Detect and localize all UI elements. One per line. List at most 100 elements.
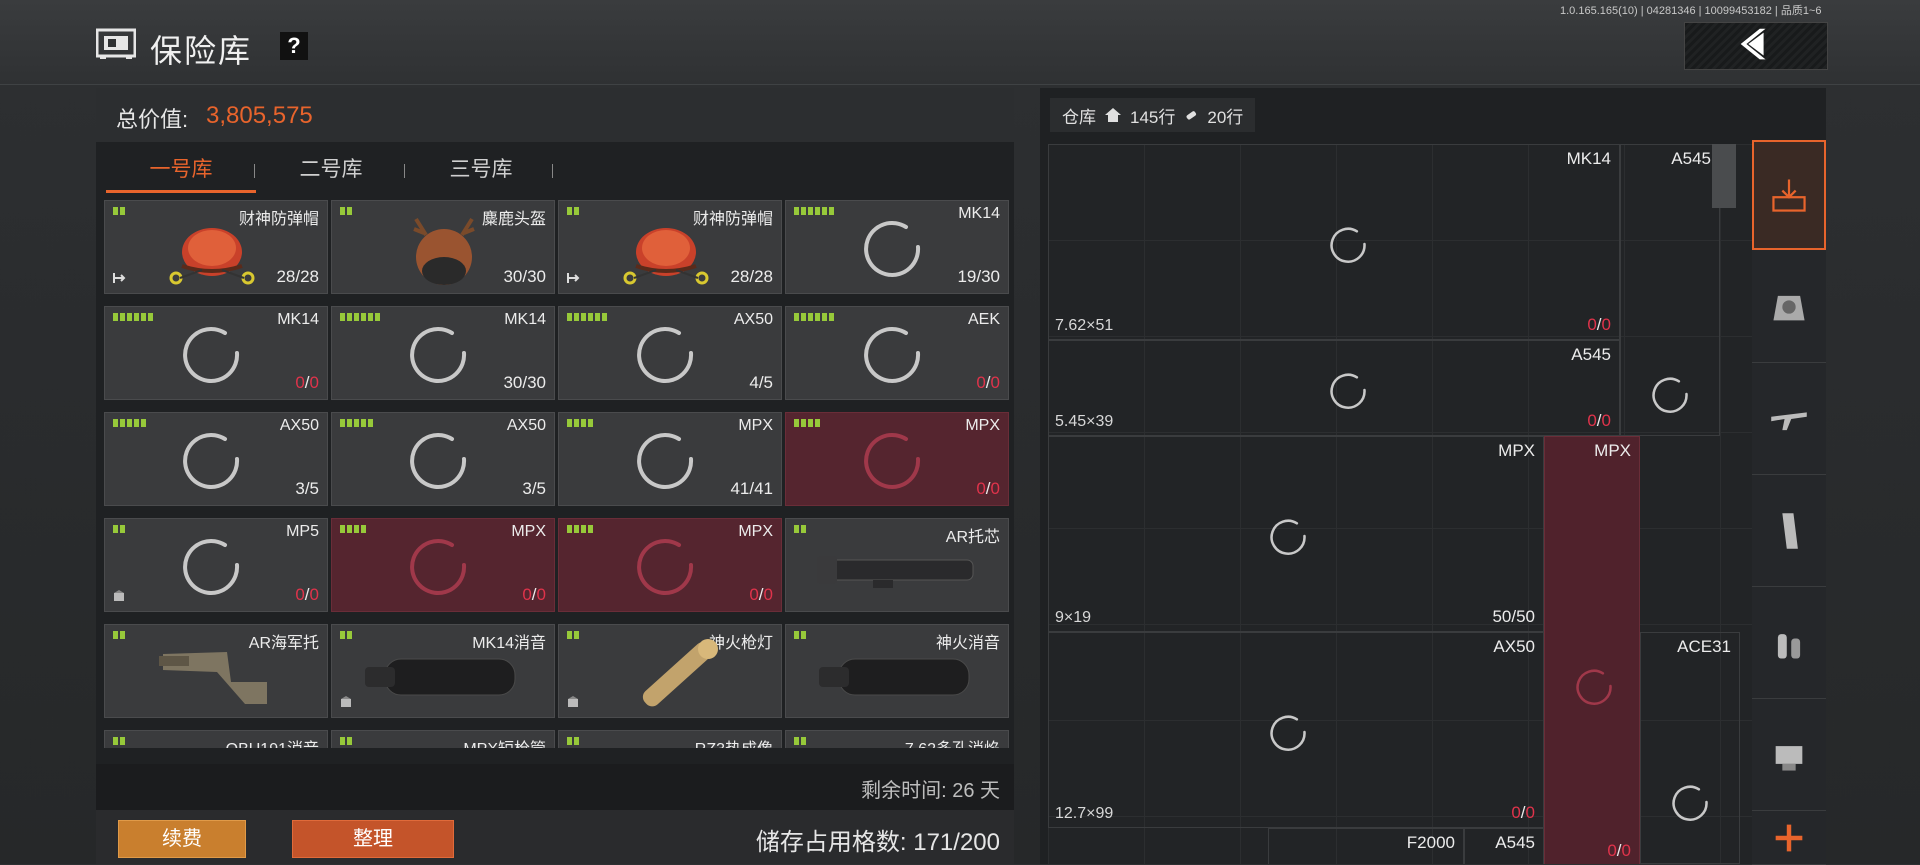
grade-pip: [340, 419, 345, 427]
grade-pip: [368, 313, 373, 321]
grade-pip: [347, 525, 352, 533]
helmet-icon: [169, 228, 255, 285]
grade-indicator: [567, 419, 593, 427]
grade-pip: [361, 525, 366, 533]
grade-pip: [340, 525, 345, 533]
grade-pip: [581, 419, 586, 427]
warehouse-cell[interactable]: MK14 0/0 7.62×51: [1048, 144, 1620, 340]
item-count: 3/5: [295, 479, 319, 498]
vault-item-card[interactable]: MK14 30/30: [331, 306, 555, 400]
loading-spinner-icon: [1330, 373, 1366, 409]
tab-vault-1[interactable]: 一号库: [106, 150, 256, 193]
vault-item-card[interactable]: MK14 19/30: [785, 200, 1009, 294]
grade-indicator: [340, 525, 366, 533]
item-name: A545: [1571, 345, 1611, 364]
magazine-icon: [1782, 513, 1798, 549]
category-magazine[interactable]: [1752, 476, 1826, 587]
item-count: 30/30: [503, 267, 546, 286]
vault-item-card[interactable]: QBU191消音: [104, 730, 328, 748]
vault-item-card[interactable]: 7.62多孔消焰: [785, 730, 1009, 748]
flashlight-icon: [642, 639, 718, 707]
grade-pip: [120, 207, 125, 215]
warehouse-cell[interactable]: A545 0/0 5.45×39: [1048, 340, 1620, 436]
warehouse-cell[interactable]: F2000: [1268, 828, 1464, 864]
warehouse-scrollbar[interactable]: [1712, 144, 1736, 208]
vault-item-card[interactable]: 神火枪灯: [558, 624, 782, 718]
warehouse-cell[interactable]: A545: [1620, 144, 1720, 436]
vault-item-card[interactable]: 财神防弹帽 28/28: [558, 200, 782, 294]
item-name: MK14: [504, 311, 546, 328]
item-name: MK14: [958, 205, 1000, 222]
vault-item-card[interactable]: RZ3热成像: [558, 730, 782, 748]
item-count: 28/28: [730, 267, 773, 286]
renew-button[interactable]: 续费: [118, 820, 246, 858]
item-count: 0/0: [522, 585, 546, 604]
category-download-box[interactable]: [1752, 140, 1826, 250]
warehouse-cell[interactable]: AX50 0/0 12.7×99: [1048, 632, 1544, 828]
item-count: 41/41: [730, 479, 773, 498]
item-name: AR托芯: [945, 529, 1000, 546]
vault-item-card[interactable]: MP5 0/0: [104, 518, 328, 612]
rifle-icon: [1771, 412, 1807, 431]
vault-item-card[interactable]: MK14消音: [331, 624, 555, 718]
vault-item-card[interactable]: MPX 41/41: [558, 412, 782, 506]
grade-indicator: [340, 313, 380, 321]
category-rifle[interactable]: [1752, 364, 1826, 475]
grade-pip: [120, 631, 125, 639]
grade-pip: [134, 313, 139, 321]
vault-item-card[interactable]: AX50 3/5: [104, 412, 328, 506]
help-button[interactable]: ?: [280, 32, 308, 60]
vault-item-card[interactable]: AR托芯: [785, 518, 1009, 612]
remaining-time-bar: 剩余时间: 26 天: [96, 764, 1014, 810]
caliber-label: 5.45×39: [1055, 413, 1114, 430]
warehouse-cell[interactable]: MPX 0/0: [1544, 436, 1640, 864]
count-current: 0: [976, 373, 986, 392]
sort-button[interactable]: 整理: [292, 820, 454, 858]
back-button[interactable]: [1684, 22, 1828, 70]
warehouse-cell[interactable]: MPX 50/50 9×19: [1048, 436, 1544, 632]
grade-pip: [829, 313, 834, 321]
vault-item-card[interactable]: 财神防弹帽 28/28: [104, 200, 328, 294]
tab-vault-2[interactable]: 二号库: [256, 150, 406, 190]
total-value: 3,805,575: [206, 102, 313, 129]
item-name: MPX: [965, 417, 1000, 434]
vault-item-card[interactable]: MPX短枪管: [331, 730, 555, 748]
tab-vault-3[interactable]: 三号库: [406, 150, 556, 190]
warehouse-cell[interactable]: A545: [1464, 828, 1544, 864]
suppressor-icon: [819, 658, 970, 696]
home-icon: [1105, 108, 1121, 122]
warehouse-grid: MK14 0/0 7.62×51 A545 0/0 5.45×39 A545 MPX 50/50…: [1048, 144, 1764, 864]
vault-item-card[interactable]: AX50 3/5: [331, 412, 555, 506]
vault-item-card[interactable]: 神火消音: [785, 624, 1009, 718]
count-max: 0: [309, 373, 319, 392]
vault-item-card[interactable]: AEK 0/0: [785, 306, 1009, 400]
scope-icon: [1775, 746, 1803, 771]
grade-pip: [120, 737, 125, 745]
category-ammo[interactable]: [1752, 588, 1826, 699]
item-count: 0/0: [295, 585, 319, 604]
category-scope[interactable]: [1752, 700, 1826, 811]
vault-item-card[interactable]: MPX 0/0: [558, 518, 782, 612]
box-icon: [114, 590, 124, 601]
count-current: 0: [522, 585, 532, 604]
grade-pip: [815, 313, 820, 321]
grade-pip: [574, 419, 579, 427]
grade-indicator: [113, 207, 125, 215]
total-value-label: 总价值:: [116, 107, 189, 132]
vault-item-card[interactable]: 麋鹿头盔 30/30: [331, 200, 555, 294]
vault-item-card[interactable]: MPX 0/0: [331, 518, 555, 612]
grade-pip: [354, 419, 359, 427]
category-armor[interactable]: [1752, 252, 1826, 363]
vault-item-card[interactable]: AR海军托: [104, 624, 328, 718]
grade-pip: [567, 313, 572, 321]
category-plus[interactable]: [1752, 812, 1826, 865]
warehouse-panel: 仓库 145行 20行 MK14 0/0 7.62×51 A545 0/0 5.45×39…: [1040, 88, 1826, 864]
warehouse-cell[interactable]: ACE31: [1640, 632, 1740, 864]
item-name: AX50: [1493, 637, 1535, 656]
tab-divider: [552, 164, 553, 178]
vault-item-card[interactable]: MK14 0/0: [104, 306, 328, 400]
vault-item-card[interactable]: AX50 4/5: [558, 306, 782, 400]
tab-divider: [254, 164, 255, 178]
loading-spinner-icon: [637, 433, 694, 489]
vault-item-card[interactable]: MPX 0/0: [785, 412, 1009, 506]
